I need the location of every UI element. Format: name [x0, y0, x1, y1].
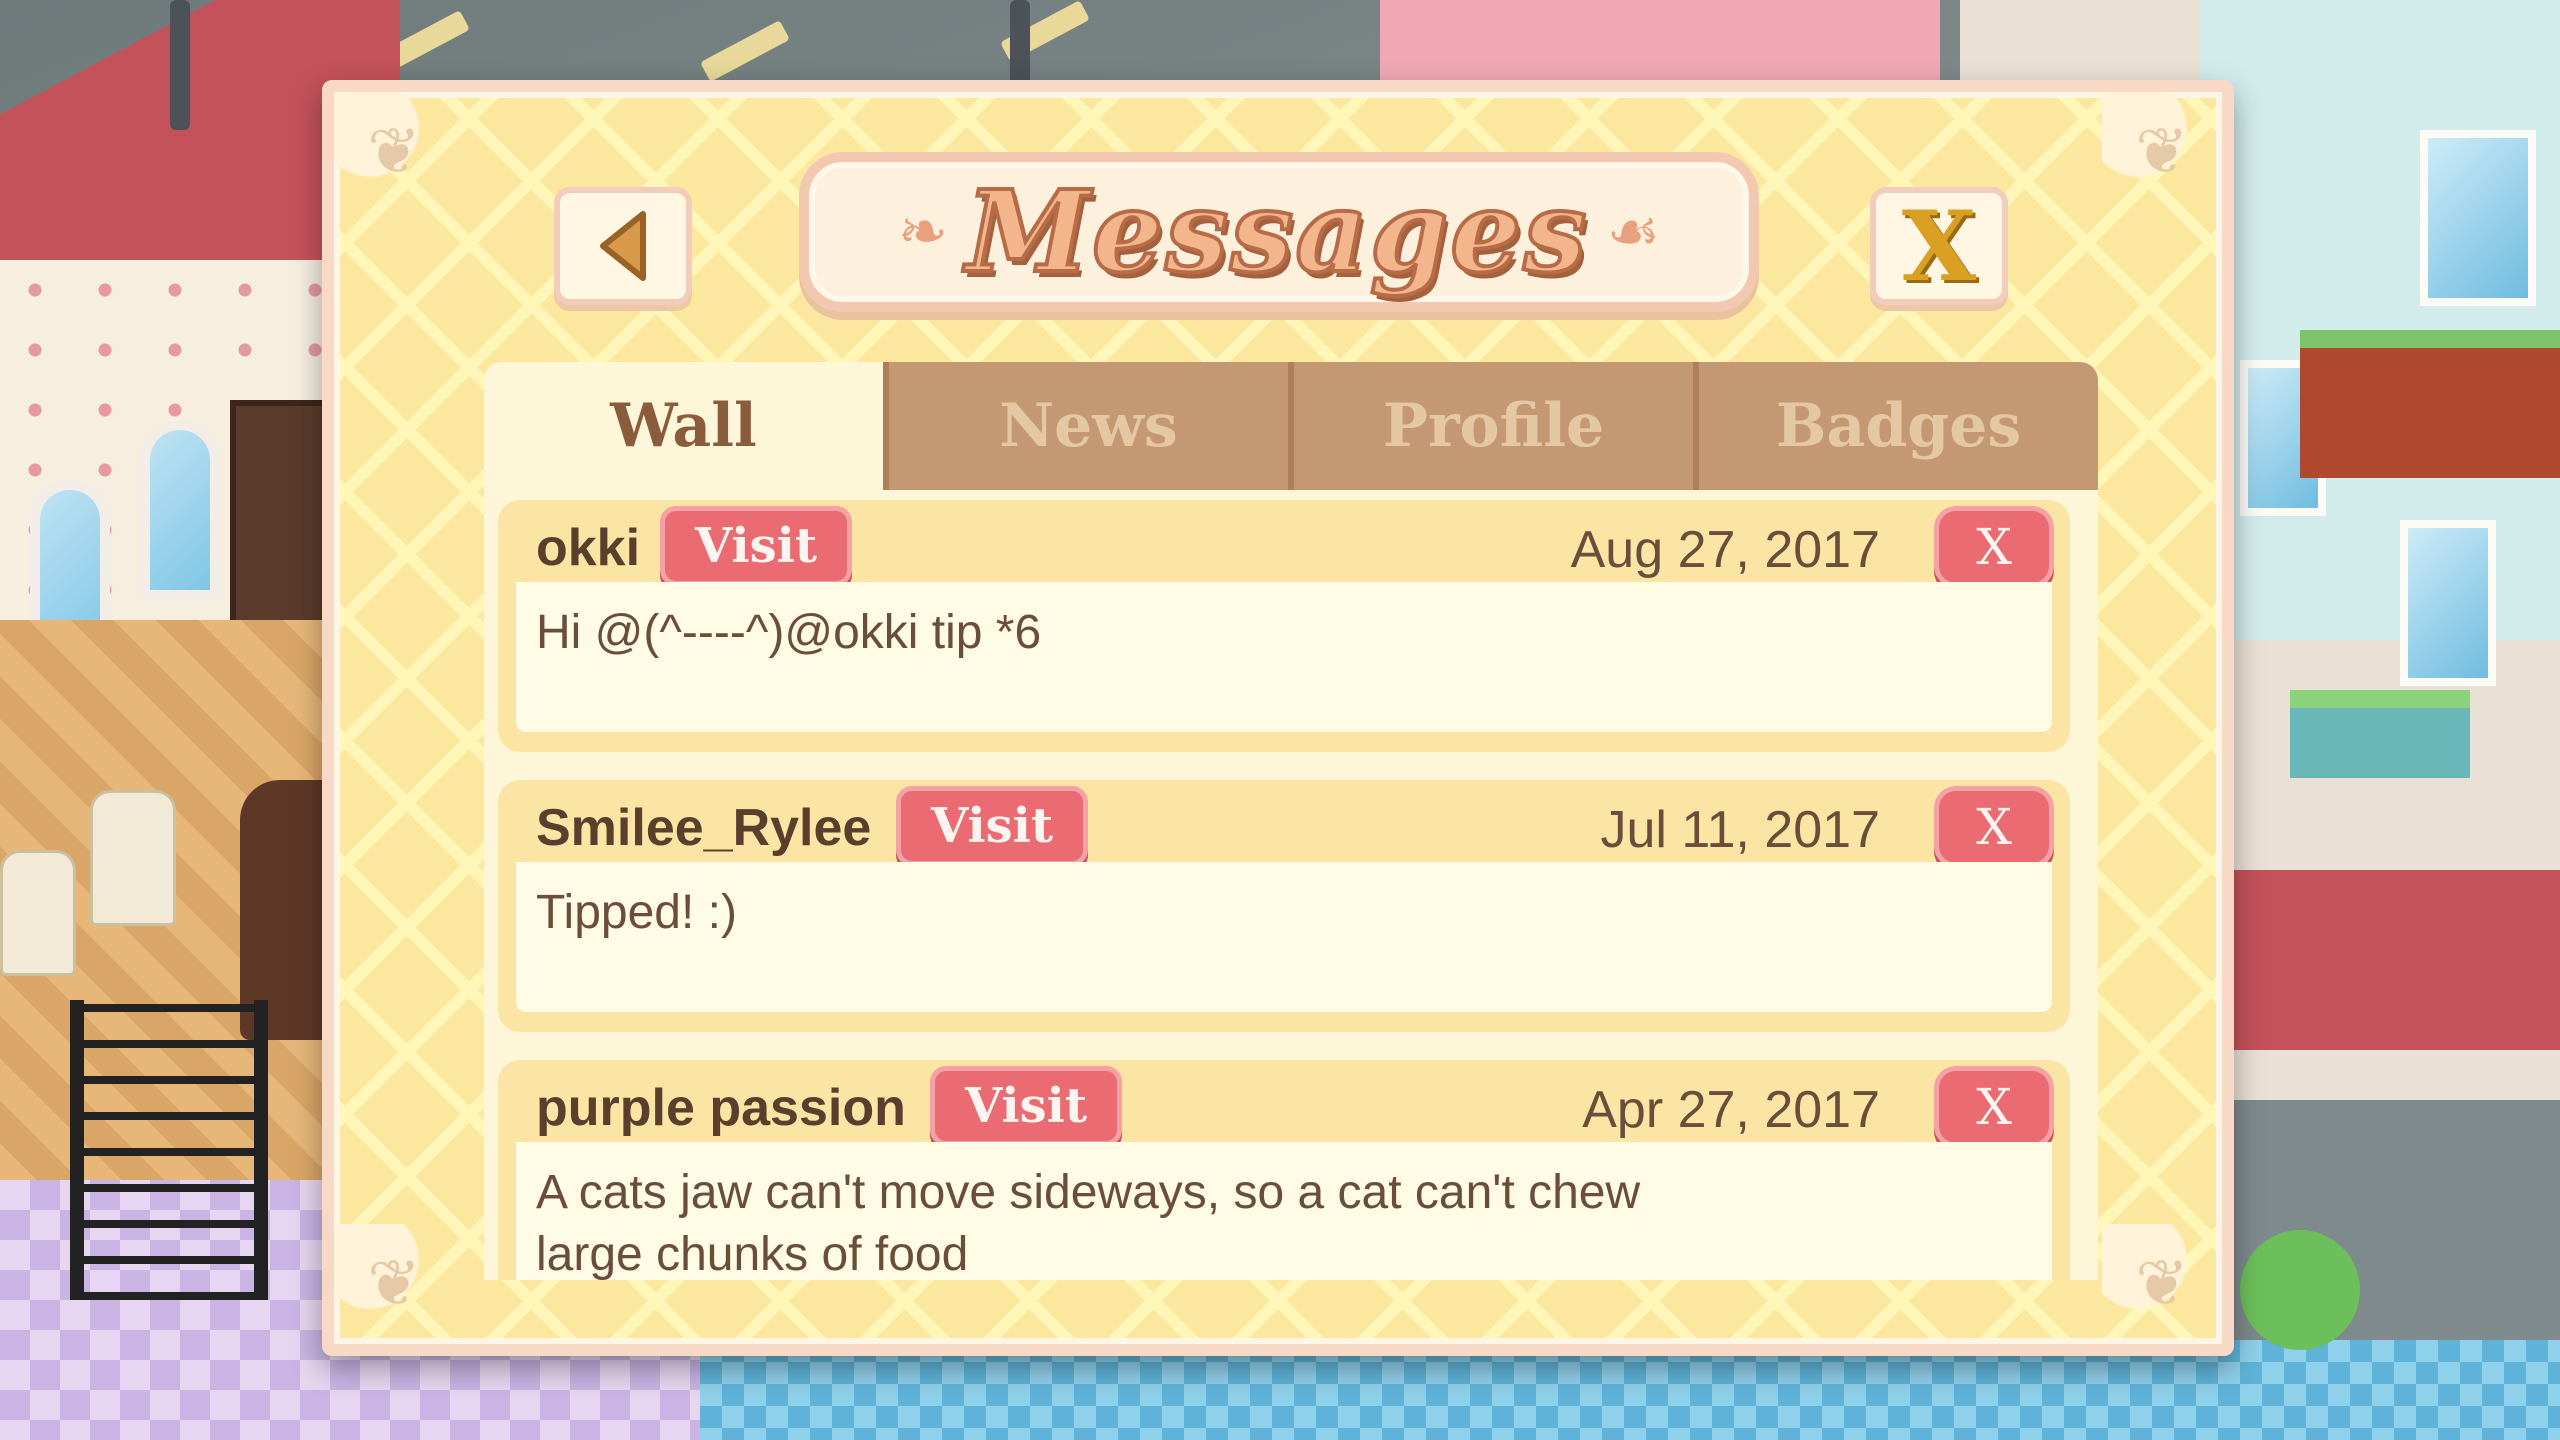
street-lamp — [170, 0, 190, 130]
message-date: Apr 27, 2017 — [1582, 1081, 1880, 1139]
close-button[interactable]: X — [1870, 187, 2008, 305]
flower-planter — [2300, 330, 2560, 478]
window — [140, 420, 220, 600]
message-date: Aug 27, 2017 — [1570, 521, 1880, 579]
window — [2400, 520, 2496, 686]
message-date: Jul 11, 2017 — [1600, 801, 1880, 859]
dialog-title: Messages — [964, 165, 1589, 300]
message-text: A cats jaw can't move sideways, so a cat… — [536, 1166, 1641, 1280]
back-button[interactable] — [554, 187, 692, 305]
sender-name: Smilee_Rylee — [536, 799, 872, 857]
chair — [90, 790, 176, 926]
back-arrow-icon — [600, 211, 646, 281]
sender-name: okki — [536, 519, 641, 577]
delete-message-button[interactable]: X — [1934, 506, 2054, 588]
delete-message-button[interactable]: X — [1934, 786, 2054, 868]
plant — [2240, 1230, 2360, 1350]
list-item: okki Visit Aug 27, 2017 X Hi @(^----^)@o… — [498, 500, 2070, 752]
message-header: purple passion Visit Apr 27, 2017 X — [498, 1060, 2070, 1148]
tab-badges[interactable]: Badges — [1693, 362, 2098, 490]
list-item: Smilee_Rylee Visit Jul 11, 2017 X Tipped… — [498, 780, 2070, 1032]
sidewalk-right — [2230, 870, 2560, 1050]
sender-name: purple passion — [536, 1079, 906, 1137]
corner-ornament-icon: ❦ — [334, 92, 454, 212]
message-header: okki Visit Aug 27, 2017 X — [498, 500, 2070, 588]
tab-bar: Wall News Profile Badges — [484, 362, 2098, 490]
message-text: Hi @(^----^)@okki tip *6 — [536, 606, 1042, 659]
message-body: A cats jaw can't move sideways, so a cat… — [516, 1142, 2052, 1280]
corner-ornament-icon: ❦ — [334, 1224, 454, 1344]
message-list[interactable]: okki Visit Aug 27, 2017 X Hi @(^----^)@o… — [484, 490, 2098, 1280]
delete-message-button[interactable]: X — [1934, 1066, 2054, 1148]
chair — [0, 850, 76, 976]
tab-news[interactable]: News — [883, 362, 1288, 490]
list-item: purple passion Visit Apr 27, 2017 X A ca… — [498, 1060, 2070, 1280]
message-body: Tipped! :) — [516, 862, 2052, 1012]
visit-button[interactable]: Visit — [896, 786, 1089, 866]
flourish-icon: ☙ — [1606, 197, 1661, 267]
visit-button[interactable]: Visit — [660, 506, 853, 586]
message-text: Tipped! :) — [536, 886, 737, 939]
messages-dialog: ❦ ❦ ❦ ❦ ❧ Messages ☙ X Wall News Profile… — [322, 80, 2234, 1356]
tab-wall[interactable]: Wall — [484, 362, 883, 490]
corner-ornament-icon: ❦ — [2102, 92, 2222, 212]
window — [2420, 130, 2536, 306]
street-lamp — [1010, 0, 1030, 90]
title-banner: ❧ Messages ☙ — [799, 152, 1759, 312]
visit-button[interactable]: Visit — [930, 1066, 1123, 1146]
message-header: Smilee_Rylee Visit Jul 11, 2017 X — [498, 780, 2070, 868]
corner-ornament-icon: ❦ — [2102, 1224, 2222, 1344]
building-right-upper — [2200, 0, 2560, 640]
message-body: Hi @(^----^)@okki tip *6 — [516, 582, 2052, 732]
tab-profile[interactable]: Profile — [1288, 362, 1693, 490]
flower-planter — [2290, 690, 2470, 778]
display-rack — [70, 1000, 268, 1300]
flourish-icon: ❧ — [897, 197, 948, 267]
